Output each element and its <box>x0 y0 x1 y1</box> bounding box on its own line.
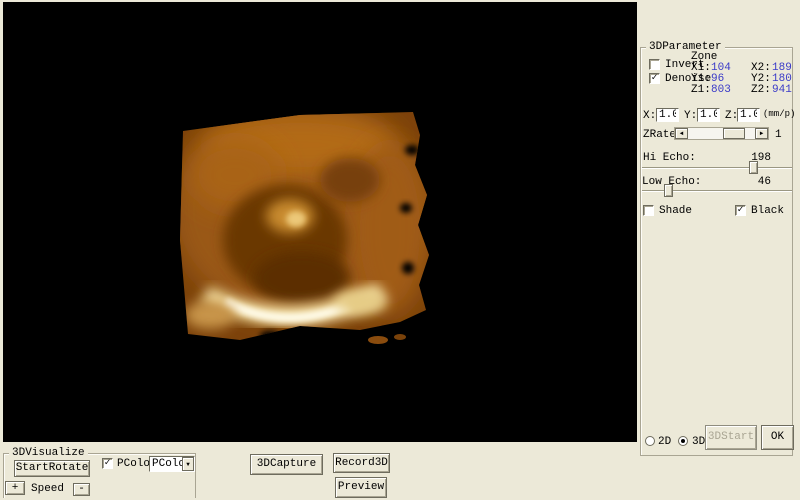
zrate-scroll-right-arrow-icon[interactable]: ► <box>755 128 768 139</box>
ultrasound-3d-render <box>150 90 460 350</box>
scale-x-input[interactable] <box>656 108 679 122</box>
shade-checkbox-label: Shade <box>659 206 692 217</box>
zone-z2-value: 941 <box>772 85 792 96</box>
scale-x-label: X: <box>643 111 656 122</box>
zone-z2-label: Z2: <box>751 85 771 96</box>
scale-y-input[interactable] <box>697 108 720 122</box>
zrate-scroll-thumb[interactable] <box>723 128 745 139</box>
hi-echo-slider-thumb[interactable] <box>749 161 758 174</box>
zrate-scroll-left-arrow-icon[interactable]: ◄ <box>675 128 688 139</box>
denoise-checkbox[interactable]: ✓ <box>649 73 660 84</box>
start-rotate-button[interactable]: StartRotate <box>14 460 90 477</box>
speed-label: Speed <box>31 484 64 495</box>
zrate-label: ZRate <box>643 130 676 141</box>
pcolor-dropdown[interactable]: PColor ▼ <box>149 456 195 472</box>
preview-button[interactable]: Preview <box>335 477 387 498</box>
3dcapture-button[interactable]: 3DCapture <box>250 454 323 475</box>
3dstart-button[interactable]: 3DStart <box>705 425 757 450</box>
render-viewport[interactable] <box>3 2 637 442</box>
pcolor-dropdown-arrow-icon[interactable]: ▼ <box>182 457 194 471</box>
visualize-groupbox-title: 3DVisualize <box>9 448 88 459</box>
low-echo-value: 46 <box>741 177 771 188</box>
mode-2d-radio-label: 2D <box>658 437 671 448</box>
mode-3d-radio-label: 3D <box>692 437 705 448</box>
record3d-button[interactable]: Record3D <box>333 453 390 473</box>
shade-checkbox[interactable] <box>643 205 654 216</box>
scale-z-input[interactable] <box>737 108 760 122</box>
low-echo-slider-thumb[interactable] <box>664 184 673 197</box>
ok-button[interactable]: OK <box>761 425 794 450</box>
mode-3d-radio[interactable] <box>678 436 688 446</box>
visualize-groupbox: 3DVisualize StartRotate + Speed - ✓ PCol… <box>3 453 196 498</box>
zrate-value: 1 <box>775 130 782 141</box>
parameter-groupbox: 3DParameter Invert ✓ Denoise Zone X1: 10… <box>640 47 793 456</box>
hi-echo-label: Hi Echo: <box>643 153 696 164</box>
hi-echo-slider-track[interactable] <box>642 167 792 169</box>
pcolor-checkbox[interactable]: ✓ <box>102 458 113 469</box>
invert-checkbox[interactable] <box>649 59 660 70</box>
zrate-scrollbar[interactable]: ◄ ► <box>674 127 769 140</box>
zone-z1-label: Z1: <box>691 85 711 96</box>
black-checkbox-label: Black <box>751 206 784 217</box>
speed-minus-button[interactable]: - <box>73 483 90 496</box>
zone-z1-value: 803 <box>711 85 731 96</box>
mode-2d-radio[interactable] <box>645 436 655 446</box>
speed-plus-button[interactable]: + <box>5 481 25 495</box>
scale-y-label: Y: <box>684 111 697 122</box>
application-window: 3DParameter Invert ✓ Denoise Zone X1: 10… <box>0 0 800 500</box>
scale-unit-label: (mm/p) <box>763 110 795 119</box>
black-checkbox[interactable]: ✓ <box>735 205 746 216</box>
